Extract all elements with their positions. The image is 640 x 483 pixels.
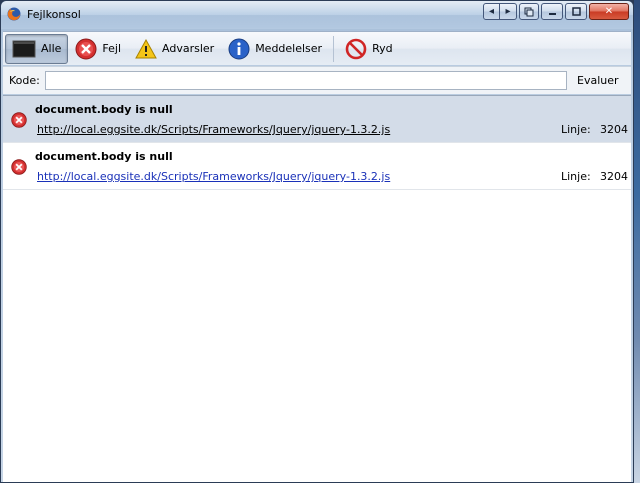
filter-messages-label: Meddelelser <box>255 42 323 55</box>
error-icon <box>11 159 27 175</box>
maximize-icon <box>571 7 581 16</box>
copy-icon <box>524 7 534 16</box>
desktop-background <box>634 0 640 483</box>
clear-button[interactable]: Ryd <box>338 34 400 64</box>
entry-line-number: 3204 <box>600 123 628 136</box>
entry-source-link[interactable]: http://local.eggsite.dk/Scripts/Framewor… <box>37 123 390 136</box>
back-nav-button[interactable]: ◂ <box>483 3 500 20</box>
console-entry[interactable]: document.body is null http://local.eggsi… <box>3 143 631 190</box>
clear-label: Ryd <box>372 42 393 55</box>
error-icon <box>11 112 27 128</box>
console-all-icon <box>12 40 36 57</box>
filter-all-label: Alle <box>41 42 62 55</box>
minimize-icon <box>548 13 556 15</box>
info-icon <box>228 38 250 59</box>
filter-messages-button[interactable]: Meddelelser <box>221 34 329 64</box>
filter-errors-label: Fejl <box>102 42 122 55</box>
entry-line-label: Linje: <box>561 123 591 136</box>
code-bar: Kode: Evaluer <box>3 66 631 94</box>
filter-all-button[interactable]: Alle <box>5 33 69 64</box>
entry-source-link[interactable]: http://local.eggsite.dk/Scripts/Framewor… <box>37 170 390 183</box>
code-input[interactable] <box>45 71 567 90</box>
entry-line-label: Linje: <box>561 170 591 183</box>
entry-message: document.body is null <box>35 150 173 163</box>
error-console-window: Fejlkonsol ◂ ▸ ✕ Alle Fejl Advarsler Med… <box>0 0 634 483</box>
window-title: Fejlkonsol <box>27 8 81 21</box>
minimize-button[interactable] <box>541 3 563 20</box>
firefox-icon <box>7 7 21 21</box>
toolbar-separator <box>333 35 335 62</box>
console-message-list[interactable]: document.body is null http://local.eggsi… <box>3 95 631 482</box>
clear-icon <box>345 38 367 59</box>
restore-copy-button[interactable] <box>519 3 539 20</box>
error-icon <box>75 38 97 59</box>
filter-toolbar: Alle Fejl Advarsler Meddelelser Ryd <box>3 31 631 65</box>
close-button[interactable]: ✕ <box>589 3 629 20</box>
title-bar[interactable]: Fejlkonsol ◂ ▸ ✕ <box>1 1 633 29</box>
evaluate-button[interactable]: Evaluer <box>577 74 619 87</box>
warning-icon <box>135 38 157 58</box>
maximize-button[interactable] <box>565 3 587 20</box>
close-icon: ✕ <box>604 6 614 17</box>
entry-message: document.body is null <box>35 103 173 116</box>
code-label: Kode: <box>9 74 40 87</box>
filter-warnings-label: Advarsler <box>162 42 215 55</box>
filter-warnings-button[interactable]: Advarsler <box>128 34 221 64</box>
entry-line-number: 3204 <box>600 170 628 183</box>
filter-errors-button[interactable]: Fejl <box>68 34 128 64</box>
forward-nav-button[interactable]: ▸ <box>500 3 517 20</box>
console-entry[interactable]: document.body is null http://local.eggsi… <box>3 96 631 143</box>
